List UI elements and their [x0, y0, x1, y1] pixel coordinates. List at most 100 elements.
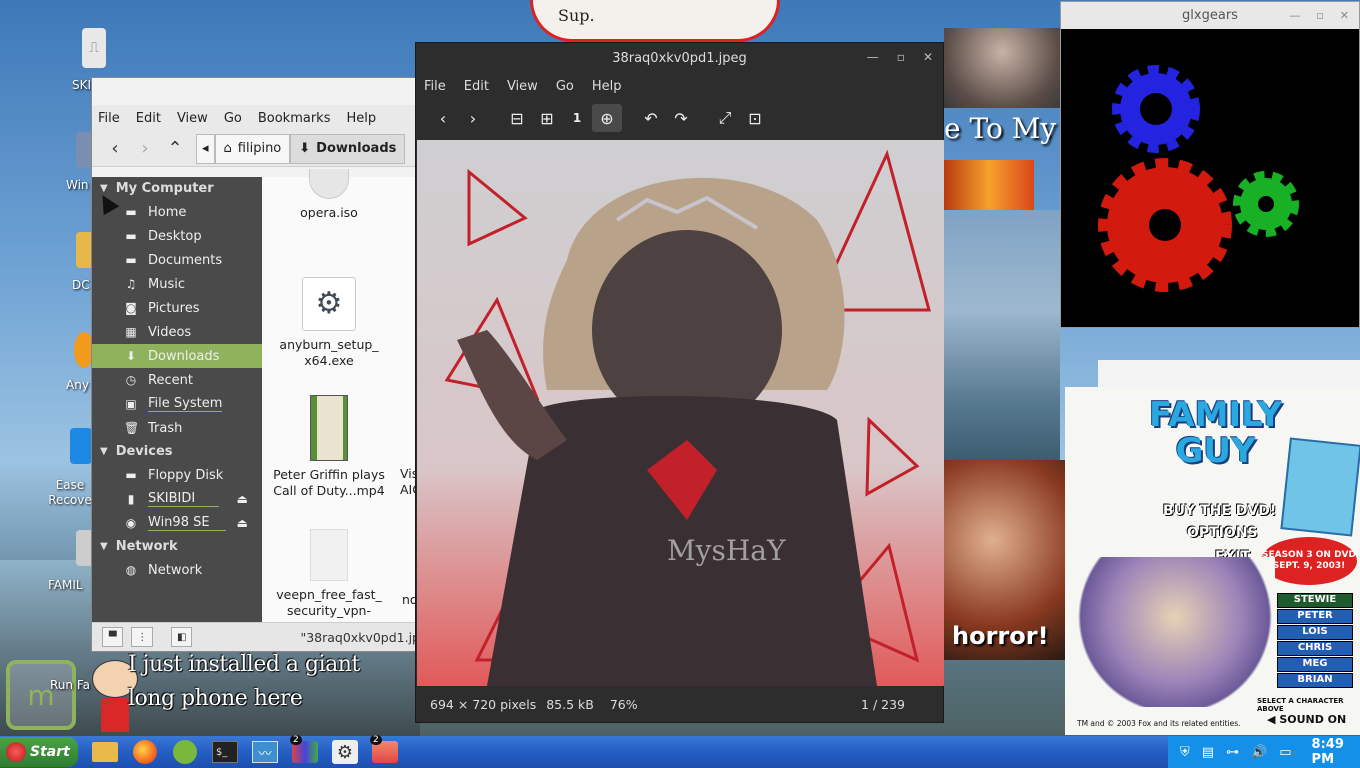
- start-button[interactable]: Start: [0, 737, 78, 767]
- taskbar-settings-app[interactable]: ⚙: [328, 737, 362, 767]
- volume-icon[interactable]: 🔊: [1251, 745, 1267, 760]
- viewer-menubar: File Edit View Go Help: [416, 73, 943, 99]
- sidebar-item-skibidi[interactable]: ▮ SKIBIDI ⏏: [92, 487, 262, 511]
- character-meg[interactable]: MEG: [1277, 657, 1353, 672]
- back-button[interactable]: ‹: [100, 135, 130, 163]
- close-icon[interactable]: ✕: [1340, 9, 1349, 22]
- sidebar-item-desktop[interactable]: ▬ Desktop: [92, 224, 262, 248]
- viewer-menu-help[interactable]: Help: [592, 79, 622, 94]
- crumb-home[interactable]: ⌂ filipino: [214, 133, 291, 164]
- sidebar-item-videos[interactable]: ▦ Videos: [92, 320, 262, 344]
- glxgears-titlebar[interactable]: glxgears — ▫ ✕: [1061, 2, 1359, 29]
- slideshow-button[interactable]: ⊡: [740, 104, 770, 132]
- previous-image-button[interactable]: ‹: [428, 104, 458, 132]
- buy-dvd-option[interactable]: BUY THE DVD!: [1163, 503, 1276, 519]
- section-my-computer[interactable]: ▼ My Computer: [92, 177, 262, 200]
- forward-button[interactable]: ›: [130, 135, 160, 163]
- clipboard-icon[interactable]: ▤: [1202, 745, 1214, 760]
- menu-go[interactable]: Go: [224, 111, 242, 126]
- taskbar-terminal-app[interactable]: $_: [208, 737, 242, 767]
- file-manager-toolbar: ‹ › ⌃ ◂ ⌂ filipino ⬇ Downloads: [92, 131, 420, 167]
- menu-edit[interactable]: Edit: [136, 111, 161, 126]
- executable-gear-icon: ⚙: [302, 277, 356, 331]
- gears-render: [1098, 65, 1299, 292]
- family-guy-dvd-menu[interactable]: FAMILY GUY BUY THE DVD! OPTIONS EXIT SEA…: [1065, 387, 1360, 735]
- file-item-veepn[interactable]: veepn_free_fast_ security_vpn-: [264, 529, 394, 619]
- zoom-out-button[interactable]: ⊟: [502, 104, 532, 132]
- sound-toggle[interactable]: ◀ SOUND ON: [1267, 713, 1346, 726]
- eject-icon[interactable]: ⏏: [237, 516, 248, 530]
- rotate-right-button[interactable]: ↷: [666, 104, 696, 132]
- zoom-normal-button[interactable]: 1: [562, 104, 592, 132]
- taskbar-glxgears-app[interactable]: 2: [288, 735, 322, 767]
- file-item-peter-griffin-video[interactable]: Peter Griffin plays Call of Duty...mp4: [264, 395, 394, 499]
- show-places-button[interactable]: ▀: [102, 627, 124, 647]
- rotate-left-button[interactable]: ↶: [636, 104, 666, 132]
- trash-icon: 🗑: [124, 421, 140, 435]
- taskbar-monitor-app[interactable]: 〰: [248, 737, 282, 767]
- clock[interactable]: 8:49 PM: [1312, 737, 1360, 767]
- fullscreen-button[interactable]: ⤢: [710, 104, 740, 132]
- minimize-icon[interactable]: —: [1289, 9, 1300, 22]
- taskbar-menu-app[interactable]: [168, 737, 202, 767]
- sidebar-item-music[interactable]: ♫ Music: [92, 272, 262, 296]
- menu-view[interactable]: View: [177, 111, 208, 126]
- next-image-button[interactable]: ›: [458, 104, 488, 132]
- menu-bookmarks[interactable]: Bookmarks: [258, 111, 331, 126]
- glxgears-window[interactable]: glxgears — ▫ ✕: [1060, 1, 1360, 328]
- section-network[interactable]: ▼ Network: [92, 535, 262, 558]
- file-manager-window[interactable]: File Edit View Go Bookmarks Help ‹ › ⌃ ◂…: [91, 77, 421, 652]
- viewer-menu-edit[interactable]: Edit: [464, 79, 489, 94]
- sidebar-item-win98[interactable]: ◉ Win98 SE ⏏: [92, 511, 262, 535]
- viewer-titlebar[interactable]: 38raq0xkv0pd1.jpeg — ▫ ✕: [416, 43, 943, 73]
- usb-drive-icon[interactable]: ⎍: [82, 28, 106, 68]
- maximize-icon[interactable]: ▫: [897, 50, 905, 64]
- viewer-menu-go[interactable]: Go: [556, 79, 574, 94]
- character-chris[interactable]: CHRIS: [1277, 641, 1353, 656]
- taskbar-firefox-app[interactable]: [128, 737, 162, 767]
- sidebar-item-trash[interactable]: 🗑 Trash: [92, 416, 262, 440]
- sidebar-item-pictures[interactable]: ◙ Pictures: [92, 296, 262, 320]
- minimize-icon[interactable]: —: [867, 50, 879, 64]
- image-viewer-window[interactable]: 38raq0xkv0pd1.jpeg — ▫ ✕ File Edit View …: [415, 42, 944, 723]
- toggle-sidebar-button[interactable]: ◧: [170, 627, 193, 647]
- section-devices[interactable]: ▼ Devices: [92, 440, 262, 463]
- linux-mint-logo-icon[interactable]: m: [6, 660, 76, 730]
- sidebar-item-floppy[interactable]: ▬ Floppy Disk: [92, 463, 262, 487]
- close-icon[interactable]: ✕: [923, 50, 933, 64]
- taskbar-image-viewer-app[interactable]: 2: [368, 735, 402, 767]
- viewer-menu-file[interactable]: File: [424, 79, 446, 94]
- network-icon[interactable]: ⊶: [1226, 745, 1239, 760]
- sidebar-item-recent[interactable]: ◷ Recent: [92, 368, 262, 392]
- sidebar-item-documents[interactable]: ▬ Documents: [92, 248, 262, 272]
- options-menu-item[interactable]: OPTIONS: [1187, 525, 1258, 541]
- maximize-icon[interactable]: ▫: [1316, 9, 1323, 22]
- crumb-scroll-left-button[interactable]: ◂: [196, 133, 215, 164]
- displayed-image[interactable]: MysHaY: [417, 140, 944, 686]
- show-tree-button[interactable]: ⋮: [131, 627, 153, 647]
- up-button[interactable]: ⌃: [160, 135, 190, 163]
- sidebar-item-file-system[interactable]: ▣ File System: [92, 392, 262, 416]
- eject-icon[interactable]: ⏏: [237, 492, 248, 506]
- zoom-in-button[interactable]: ⊞: [532, 104, 562, 132]
- sidebar-item-downloads[interactable]: ⬇ Downloads: [92, 344, 262, 368]
- crumb-downloads[interactable]: ⬇ Downloads: [290, 133, 406, 164]
- sidebar-item-network[interactable]: ◍ Network: [92, 558, 262, 582]
- file-item-opera-iso[interactable]: opera.iso: [264, 169, 394, 221]
- file-icon-view[interactable]: opera.iso ⚙ anyburn_setup_ x64.exe Peter…: [262, 169, 420, 624]
- best-fit-button[interactable]: ⊕: [592, 104, 622, 132]
- character-stewie[interactable]: STEWIE: [1277, 593, 1353, 608]
- character-brian[interactable]: BRIAN: [1277, 673, 1353, 688]
- display-icon[interactable]: ▭: [1279, 745, 1291, 760]
- menu-file[interactable]: File: [98, 111, 120, 126]
- character-lois[interactable]: LOIS: [1277, 625, 1353, 640]
- easeus-icon[interactable]: [70, 428, 92, 464]
- file-item-anyburn[interactable]: ⚙ anyburn_setup_ x64.exe: [264, 277, 394, 369]
- character-peter[interactable]: PETER: [1277, 609, 1353, 624]
- menu-help[interactable]: Help: [346, 111, 376, 126]
- taskbar-files-app[interactable]: [88, 737, 122, 767]
- window-count-badge: 2: [370, 735, 382, 745]
- shield-icon[interactable]: ⛨: [1180, 745, 1190, 760]
- viewer-menu-view[interactable]: View: [507, 79, 538, 94]
- copyright-text: TM and © 2003 Fox and its related entiti…: [1077, 719, 1241, 728]
